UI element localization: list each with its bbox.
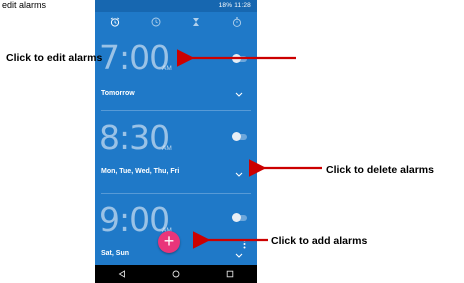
alarm-item-3[interactable]: 9:00 AM Sat, Sun: [95, 195, 257, 265]
phone-screen: 18% 11:28 7:00 AM Tomorrow 8:30 AM Mon, …: [95, 0, 257, 283]
chevron-down-icon[interactable]: [235, 172, 243, 178]
alarm-toggle[interactable]: [232, 54, 247, 63]
toggle-knob: [232, 132, 241, 141]
tab-timer[interactable]: [186, 14, 206, 30]
alarm-days: Sat, Sun: [101, 250, 130, 257]
add-alarm-button[interactable]: +: [158, 231, 180, 253]
alarm-clock-icon: [110, 17, 120, 27]
home-icon: [172, 270, 180, 278]
nav-recents[interactable]: [222, 267, 238, 281]
alarm-days: Mon, Tue, Wed, Thu, Fri: [101, 168, 180, 175]
status-bar: 18% 11:28: [95, 0, 257, 12]
divider: [101, 110, 251, 111]
caption-fragment: edit alarms: [2, 0, 47, 10]
status-text: 18% 11:28: [218, 2, 251, 9]
alarm-toggle[interactable]: [232, 132, 247, 141]
alarm-item-2[interactable]: 8:30 AM Mon, Tue, Wed, Thu, Fri: [95, 112, 257, 190]
nav-back[interactable]: [114, 267, 130, 281]
alarm-time[interactable]: 7:00: [99, 38, 170, 77]
hourglass-icon: [193, 18, 200, 26]
toggle-knob: [232, 54, 241, 63]
chevron-down-icon[interactable]: [235, 253, 243, 259]
chevron-down-icon[interactable]: [235, 92, 243, 98]
more-options-icon[interactable]: [243, 239, 246, 249]
annotation-delete: Click to delete alarms: [326, 164, 434, 176]
recents-icon: [226, 270, 234, 278]
clock-icon: [151, 17, 161, 27]
toggle-knob: [232, 213, 241, 222]
alarm-time[interactable]: 9:00: [99, 200, 170, 239]
alarm-ampm: AM: [162, 145, 172, 152]
tab-stopwatch[interactable]: [227, 14, 247, 30]
alarm-ampm: AM: [162, 65, 172, 72]
alarm-toggle[interactable]: [232, 213, 247, 222]
tab-alarm[interactable]: [105, 14, 125, 30]
tab-bar: [95, 12, 257, 32]
annotation-edit: Click to edit alarms: [6, 52, 103, 64]
alarm-time[interactable]: 8:30: [99, 118, 170, 157]
navigation-bar: [95, 265, 257, 283]
alarm-days: Tomorrow: [101, 90, 135, 97]
stopwatch-icon: [232, 17, 241, 27]
tab-clock[interactable]: [146, 14, 166, 30]
back-icon: [118, 270, 125, 278]
alarm-item-1[interactable]: 7:00 AM Tomorrow: [95, 36, 257, 108]
annotation-add: Click to add alarms: [271, 235, 368, 247]
nav-home[interactable]: [168, 267, 184, 281]
divider: [101, 193, 251, 194]
